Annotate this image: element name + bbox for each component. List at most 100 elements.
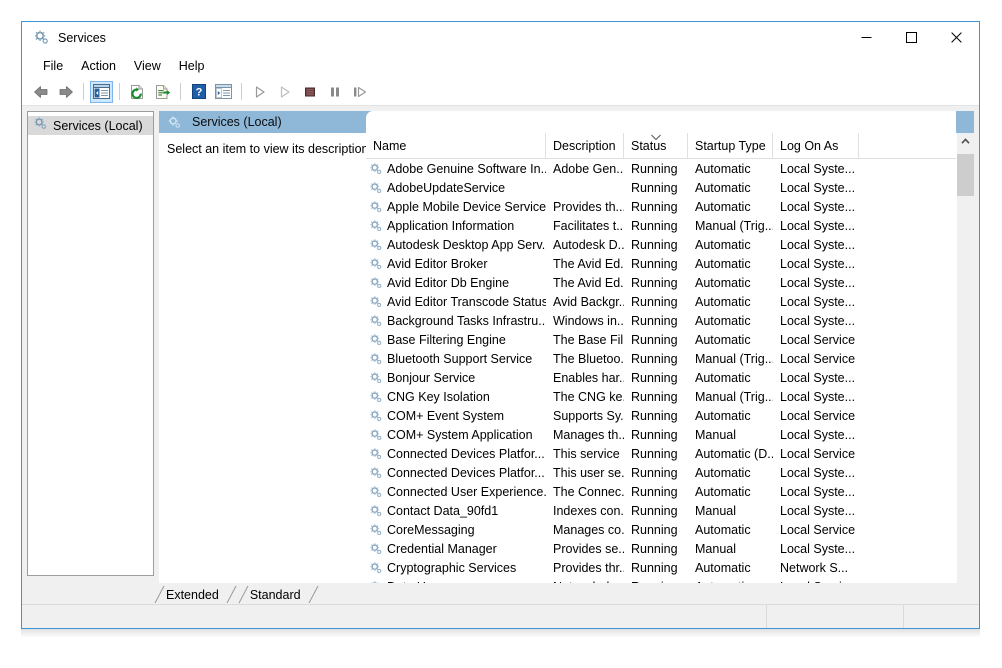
cell-status: Running — [624, 238, 688, 252]
table-row[interactable]: Cryptographic ServicesProvides thr...Run… — [366, 558, 956, 577]
column-header-startup-type[interactable]: Startup Type — [688, 133, 773, 158]
back-button[interactable] — [29, 81, 52, 103]
cell-log-on-as: Local Syste... — [773, 276, 859, 290]
cell-startup-type: Manual (Trig... — [688, 219, 773, 233]
help-button[interactable]: ? — [187, 81, 210, 103]
close-button[interactable] — [934, 22, 979, 53]
cell-startup-type: Automatic — [688, 409, 773, 423]
table-row[interactable]: CNG Key IsolationThe CNG ke...RunningMan… — [366, 387, 956, 406]
cell-log-on-as: Local Service — [773, 409, 859, 423]
table-row[interactable]: Credential ManagerProvides se...RunningM… — [366, 539, 956, 558]
cell-log-on-as: Local Syste... — [773, 314, 859, 328]
console-tree-pane: Services (Local) — [27, 111, 154, 576]
table-row[interactable]: Avid Editor Db EngineThe Avid Ed...Runni… — [366, 273, 956, 292]
table-row[interactable]: Apple Mobile Device ServiceProvides th..… — [366, 197, 956, 216]
cell-description: Indexes con... — [546, 504, 624, 518]
table-row[interactable]: COM+ System ApplicationManages th...Runn… — [366, 425, 956, 444]
minimize-button[interactable] — [844, 22, 889, 53]
cell-log-on-as: Local Syste... — [773, 238, 859, 252]
table-row[interactable]: Application InformationFacilitates t...R… — [366, 216, 956, 235]
cell-log-on-as: Network S... — [773, 561, 859, 575]
menu-view[interactable]: View — [125, 56, 170, 76]
column-header-label: Name — [373, 139, 406, 153]
cell-startup-type: Manual (Trig... — [688, 352, 773, 366]
table-row[interactable]: Connected Devices Platfor...This service… — [366, 444, 956, 463]
cell-log-on-as: Local Service — [773, 523, 859, 537]
table-row[interactable]: COM+ Event SystemSupports Sy...RunningAu… — [366, 406, 956, 425]
table-row[interactable]: Connected User Experience...The Connec..… — [366, 482, 956, 501]
table-row[interactable]: Avid Editor Transcode StatusAvid Backgr.… — [366, 292, 956, 311]
refresh-button[interactable] — [126, 81, 149, 103]
menu-help[interactable]: Help — [170, 56, 214, 76]
column-header-description[interactable]: Description — [546, 133, 624, 158]
title-bar: Services — [22, 22, 979, 53]
services-list-body[interactable]: Adobe Genuine Software In...Adobe Gen...… — [366, 159, 956, 584]
properties-button[interactable] — [212, 81, 235, 103]
cell-description: The Avid Ed... — [546, 257, 624, 271]
table-row[interactable]: Avid Editor BrokerThe Avid Ed...RunningA… — [366, 254, 956, 273]
cell-startup-type: Automatic — [688, 181, 773, 195]
cell-log-on-as: Local Syste... — [773, 257, 859, 271]
tab-edge-right — [226, 585, 237, 604]
tab-standard[interactable]: Standard — [238, 585, 310, 604]
cell-name: Avid Editor Transcode Status — [366, 295, 546, 309]
cell-startup-type: Automatic — [688, 257, 773, 271]
tab-edge-left — [238, 585, 249, 604]
menu-action[interactable]: Action — [72, 56, 125, 76]
tab-extended[interactable]: Extended — [154, 585, 228, 604]
scrollbar-thumb[interactable] — [957, 154, 974, 196]
forward-button[interactable] — [54, 81, 77, 103]
table-row[interactable]: Adobe Genuine Software In...Adobe Gen...… — [366, 159, 956, 178]
maximize-button[interactable] — [889, 22, 934, 53]
cell-startup-type: Automatic — [688, 523, 773, 537]
toolbar: ? — [22, 78, 979, 106]
main-body: Services (Local) — [22, 106, 979, 584]
window-shadow — [21, 628, 980, 638]
show-hide-console-tree-button[interactable] — [90, 81, 113, 103]
stop-service-button[interactable] — [298, 81, 321, 103]
tab-edge-left — [154, 585, 165, 604]
column-header-log-on-as[interactable]: Log On As — [773, 133, 859, 158]
cell-name: Connected Devices Platfor... — [366, 447, 546, 461]
cell-name: Apple Mobile Device Service — [366, 200, 546, 214]
start-service-button[interactable] — [248, 81, 271, 103]
scrollbar-track[interactable] — [957, 150, 974, 584]
table-row[interactable]: AdobeUpdateServiceRunningAutomaticLocal … — [366, 178, 956, 197]
cell-description: The CNG ke... — [546, 390, 624, 404]
description-column: Select an item to view its description. — [159, 133, 366, 584]
restart-service-button[interactable] — [348, 81, 371, 103]
pause-service-button[interactable] — [323, 81, 346, 103]
cell-description: Provides thr... — [546, 561, 624, 575]
results-pane-content: Select an item to view its description. … — [159, 133, 974, 584]
column-header-name[interactable]: Name — [366, 133, 546, 158]
list-column-headers: Name Description Status — [366, 133, 956, 159]
table-row[interactable]: Autodesk Desktop App Serv...Autodesk D..… — [366, 235, 956, 254]
table-row[interactable]: Connected Devices Platfor...This user se… — [366, 463, 956, 482]
table-row[interactable]: Base Filtering EngineThe Base Fil...Runn… — [366, 330, 956, 349]
vertical-scrollbar[interactable] — [956, 133, 974, 584]
status-bar — [22, 604, 979, 628]
cell-name: AdobeUpdateService — [366, 181, 546, 195]
table-row[interactable]: Contact Data_90fd1Indexes con...RunningM… — [366, 501, 956, 520]
export-list-button[interactable] — [151, 81, 174, 103]
table-row[interactable]: CoreMessagingManages co...RunningAutomat… — [366, 520, 956, 539]
resume-service-button[interactable] — [273, 81, 296, 103]
cell-name: Autodesk Desktop App Serv... — [366, 238, 546, 252]
cell-description: Provides th... — [546, 200, 624, 214]
column-header-status[interactable]: Status — [624, 133, 688, 158]
cell-log-on-as: Local Syste... — [773, 162, 859, 176]
tree-item-services-local[interactable]: Services (Local) — [28, 116, 153, 135]
table-row[interactable]: Background Tasks Infrastru...Windows in.… — [366, 311, 956, 330]
scroll-up-button[interactable] — [957, 133, 974, 150]
cell-name: Adobe Genuine Software In... — [366, 162, 546, 176]
cell-description: Manages co... — [546, 523, 624, 537]
column-header-label: Description — [553, 139, 616, 153]
menu-file[interactable]: File — [34, 56, 72, 76]
toolbar-separator — [83, 83, 84, 100]
cell-status: Running — [624, 352, 688, 366]
cell-log-on-as: Local Syste... — [773, 390, 859, 404]
table-row[interactable]: Bonjour ServiceEnables har...RunningAuto… — [366, 368, 956, 387]
cell-status: Running — [624, 447, 688, 461]
cell-name: Avid Editor Db Engine — [366, 276, 546, 290]
table-row[interactable]: Bluetooth Support ServiceThe Bluetoo...R… — [366, 349, 956, 368]
